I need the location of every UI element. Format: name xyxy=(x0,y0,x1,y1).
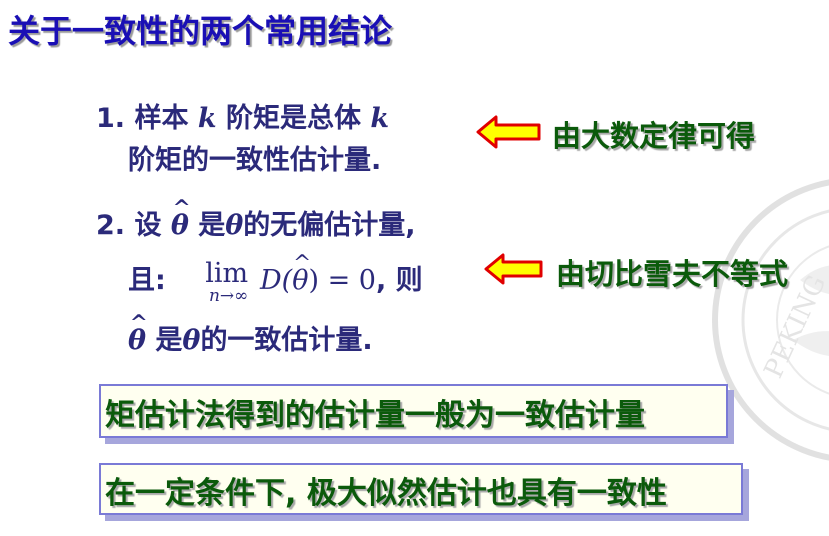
note-chebyshev-inequality: 由切比雪夫不等式 xyxy=(556,257,789,291)
item1-k-2: k xyxy=(370,103,390,134)
theta-hat-2: θ xyxy=(292,265,308,296)
left-arrow-icon xyxy=(484,253,543,285)
theta-2: θ xyxy=(182,325,201,356)
expr-end: ) = 0 xyxy=(308,265,376,296)
item1-k-1: k xyxy=(197,103,217,134)
slide: PEKING 关于一致性的两个常用结论 1. 样本 k 阶矩是总体 k 阶矩的一… xyxy=(0,0,829,536)
lim-operator: lim n→∞ xyxy=(203,258,251,306)
item1-line2: 阶矩的一致性估计量. xyxy=(128,145,382,176)
item2-line3: θ 是θ的一致估计量. xyxy=(128,318,373,357)
item1-text-b: 阶矩是总体 xyxy=(225,103,361,134)
item2-then: , 则 xyxy=(375,265,423,296)
item2-text-d: 是 xyxy=(155,325,183,356)
expr-d: D( xyxy=(260,265,293,296)
item2-and: 且: xyxy=(128,265,166,296)
theta-1: θ xyxy=(225,210,244,241)
item2-text-e: 的一致估计量. xyxy=(200,325,373,356)
left-arrow-icon xyxy=(476,115,541,149)
item2-line2: 且: lim n→∞ D(θ) = 0, 则 xyxy=(128,258,423,306)
item2-line1: 2. 设 θ 是θ的无偏估计量, xyxy=(96,203,416,242)
item1-line1: 1. 样本 k 阶矩是总体 k xyxy=(96,96,389,135)
item1-text-a: 样本 xyxy=(134,103,189,134)
item2-text-a: 设 xyxy=(134,210,162,241)
item1-number: 1. xyxy=(96,103,126,134)
lim-text: lim xyxy=(205,258,249,289)
item2-text-c: 的无偏估计量, xyxy=(243,210,416,241)
lim-subscript: n→∞ xyxy=(208,286,249,306)
slide-title: 关于一致性的两个常用结论 xyxy=(8,12,393,50)
item2-text-b: 是 xyxy=(198,210,226,241)
note-law-of-large-numbers: 由大数定律可得 xyxy=(552,119,756,153)
theta-hat-3: θ xyxy=(128,325,146,356)
conclusion-text-1: 矩估计法得到的估计量一般为一致估计量 xyxy=(105,398,645,433)
theta-hat-1: θ xyxy=(171,210,189,241)
item2-number: 2. xyxy=(96,210,126,241)
conclusion-text-2: 在一定条件下, 极大似然估计也具有一致性 xyxy=(105,476,667,511)
